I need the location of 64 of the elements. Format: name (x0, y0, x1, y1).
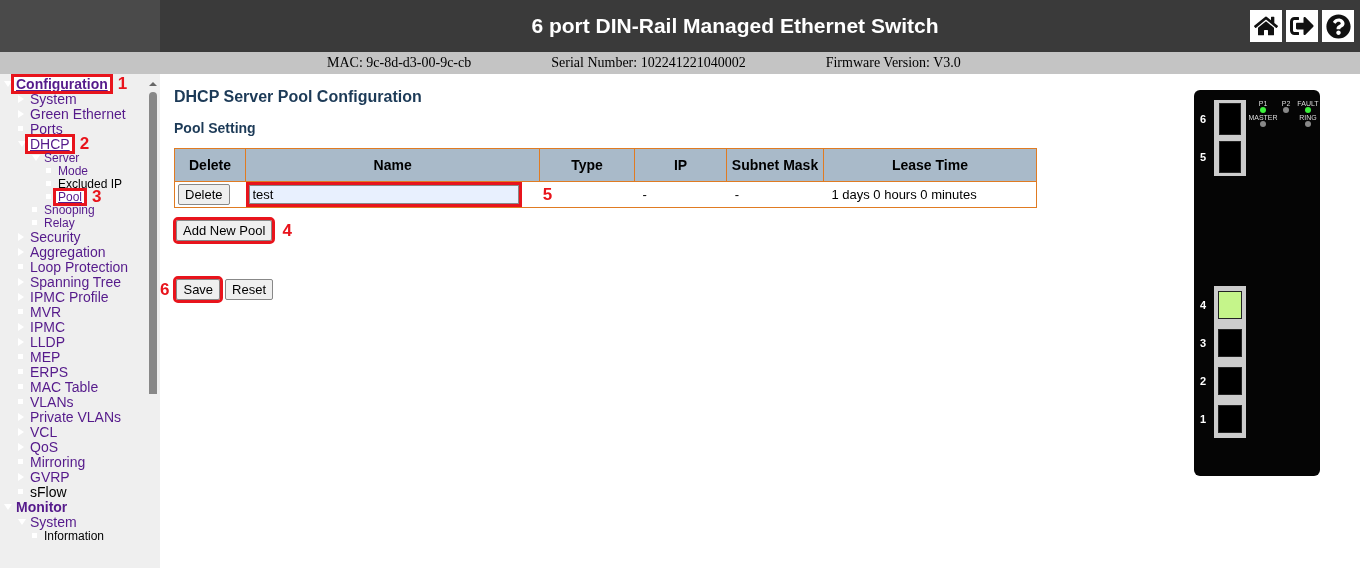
delete-button[interactable]: Delete (178, 184, 230, 205)
nav-link[interactable]: MAC Table (28, 379, 101, 394)
add-pool-button[interactable]: Add New Pool (176, 220, 273, 241)
nav-link[interactable]: Aggregation (28, 244, 108, 259)
column-header: Subnet Mask (726, 148, 824, 182)
nav-link[interactable]: IPMC Profile (28, 289, 111, 304)
nav-link[interactable]: LLDP (28, 334, 68, 349)
nav-link[interactable]: Loop Protection (28, 259, 131, 274)
nav-link[interactable]: System (28, 514, 79, 529)
nav-link[interactable]: MVR (28, 304, 64, 319)
save-button[interactable]: Save (176, 279, 221, 300)
port-number: 5 (1200, 151, 1208, 163)
name-field[interactable]: test (248, 185, 519, 204)
window-title: 6 port DIN-Rail Managed Ethernet Switch (530, 13, 940, 39)
nav-link[interactable]: Monitor (14, 499, 70, 514)
table-cell: - (642, 187, 647, 202)
nav-link[interactable]: Mode (56, 164, 91, 177)
port-number: 2 (1200, 375, 1208, 387)
nav-link[interactable]: ERPS (28, 364, 71, 379)
info-text: Serial Number: 102241221040002 (551, 55, 746, 71)
step-number: 5 (542, 185, 553, 204)
table-cell: - (734, 187, 739, 202)
nav-link[interactable]: Server (42, 151, 82, 164)
info-text: MAC: 9c-8d-d3-00-9c-cb (327, 55, 472, 71)
section-title: Pool Setting (174, 120, 257, 136)
nav-link[interactable]: Excluded IP (56, 177, 125, 190)
nav-link[interactable]: Green Ethernet (28, 106, 128, 121)
nav-link[interactable]: Configuration (14, 76, 110, 91)
nav-link[interactable]: Spanning Tree (28, 274, 124, 289)
column-header: Name (245, 148, 540, 182)
port-number: 4 (1200, 299, 1208, 311)
column-header: Lease Time (823, 148, 1037, 182)
column-header: IP (634, 148, 727, 182)
column-header: Delete (174, 148, 246, 182)
nav-link[interactable]: VCL (28, 424, 60, 439)
table-cell: 1 days 0 hours 0 minutes (831, 187, 977, 202)
nav-link[interactable]: Pool (56, 190, 85, 203)
nav-link[interactable]: Information (42, 529, 107, 542)
column-header: Type (539, 148, 635, 182)
step-number: 2 (79, 135, 90, 152)
info-text: Firmware Version: V3.0 (825, 55, 961, 71)
step-number: 1 (117, 75, 128, 92)
nav-link[interactable]: DHCP (28, 136, 72, 151)
reset-button[interactable]: Reset (225, 279, 274, 300)
nav-link[interactable]: GVRP (28, 469, 72, 484)
port-number: 3 (1200, 337, 1208, 349)
nav-link[interactable]: sFlow (28, 484, 69, 499)
nav-link[interactable]: QoS (28, 439, 60, 454)
port-number: 1 (1200, 413, 1208, 425)
nav-link[interactable]: Ports (28, 121, 65, 136)
nav-link[interactable]: System (28, 91, 79, 106)
page-title: DHCP Server Pool Configuration (174, 88, 423, 106)
nav-link[interactable]: Snooping (42, 203, 97, 216)
nav-link[interactable]: VLANs (28, 394, 76, 409)
port-number: 6 (1200, 113, 1208, 125)
nav-link[interactable]: Mirroring (28, 454, 88, 469)
step-number: 4 (282, 222, 292, 239)
nav-link[interactable]: Security (28, 229, 83, 244)
nav-link[interactable]: IPMC (28, 319, 67, 334)
nav-link[interactable]: Relay (42, 216, 77, 229)
step-number: 6 (160, 281, 170, 298)
nav-link[interactable]: Private VLANs (28, 409, 124, 424)
step-number: 3 (92, 188, 102, 205)
nav-link[interactable]: MEP (28, 349, 63, 364)
